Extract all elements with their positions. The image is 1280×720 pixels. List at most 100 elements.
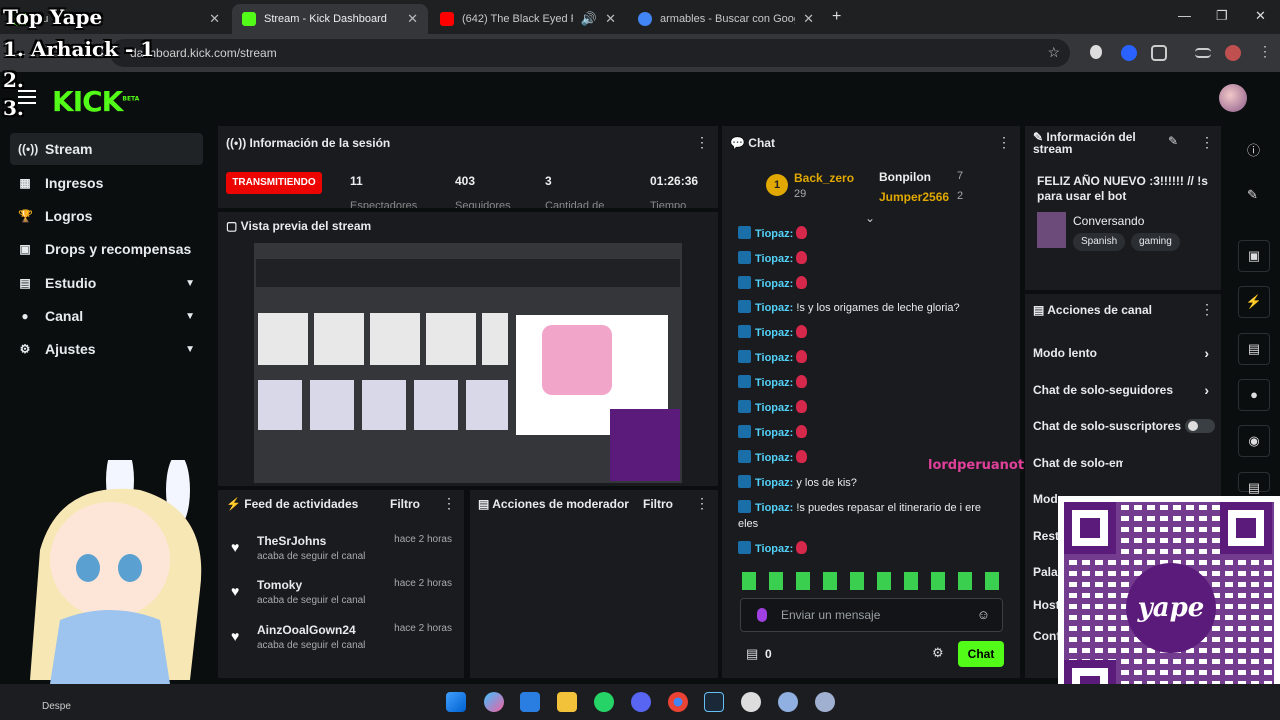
more-options-icon[interactable]: ⋮ [695,495,709,512]
chat-username[interactable]: Tiopaz: [755,402,793,414]
feed-filter-button[interactable]: Filtro [390,497,420,511]
steam-icon[interactable] [704,692,724,712]
tag-spanish[interactable]: Spanish [1073,233,1126,251]
treasure-icon[interactable]: ▤ [746,646,758,662]
mode-row[interactable]: Modo [1033,492,1061,506]
chat-username[interactable]: Tiopaz: [755,452,793,464]
chat-username[interactable]: Tiopaz: [755,327,793,339]
chat-username[interactable]: Tiopaz: [755,427,793,439]
more-options-icon[interactable]: ⋮ [695,134,709,151]
browser-tab-3[interactable]: (642) The Black Eyed Peas - 🔊 ✕ [430,4,626,34]
speaker-icon[interactable]: 🔊 [581,11,597,27]
browser-tab-4[interactable]: armables - Buscar con Google ✕ [628,4,824,34]
chat-input[interactable]: Enviar un mensaje ☺ [740,598,1003,632]
chat-settings-icon[interactable]: ⚙ [932,645,944,661]
restrictions-row[interactable]: Restr [1033,529,1059,543]
subs-only-toggle[interactable] [1185,419,1215,433]
profile-icon[interactable] [1225,45,1241,61]
capture-icon[interactable]: ▣ [1238,240,1270,272]
close-tab-icon[interactable]: ✕ [407,11,418,27]
close-window-icon[interactable]: ✕ [1255,8,1266,24]
info-icon[interactable]: ⓘ [1247,140,1260,159]
sidebar-item-ajustes[interactable]: ⚙ Ajustes ▼ [10,333,203,365]
media-icon[interactable] [1195,48,1211,58]
chat-username[interactable]: Tiopaz: [755,377,793,389]
expand-icon[interactable]: ⌄ [865,211,875,225]
chat-username[interactable]: Tiopaz: [755,302,793,314]
kick-logo[interactable]: KICKBETA [52,85,139,118]
sidebar-item-stream[interactable]: ((•)) Stream [10,133,203,165]
notes-icon[interactable]: ▤ [1238,333,1270,365]
emotes-only-row[interactable]: Chat de solo-emotes [1033,456,1123,470]
avatar[interactable] [1219,84,1247,112]
lightning-icon: ⚡ [226,497,245,511]
emoji-icon[interactable]: ☺ [977,607,990,622]
mod-filter-button[interactable]: Filtro [643,497,673,511]
more-options-icon[interactable]: ⋮ [442,495,456,512]
chat-placeholder: Enviar un mensaje [781,608,881,622]
microphone-icon[interactable] [757,608,767,622]
more-options-icon[interactable]: ⋮ [1200,301,1214,318]
chat-username[interactable]: Tiopaz: [755,502,793,514]
extension-icon[interactable] [1090,45,1102,59]
category-thumbnail[interactable] [1037,212,1066,248]
category-name[interactable]: Conversando [1073,214,1144,228]
stream-preview-video[interactable] [254,243,682,483]
more-options-icon[interactable]: ⋮ [1200,134,1214,151]
discord-icon[interactable] [631,692,651,712]
sidebar-item-ingresos[interactable]: ▦ Ingresos [10,167,203,199]
tag-gaming[interactable]: gaming [1131,233,1180,251]
chevron-right-icon: › [1204,346,1209,360]
host-row[interactable]: Host [1033,598,1059,612]
chat-username[interactable]: Tiopaz: [755,253,793,265]
edit-icon[interactable]: ✎ [1168,134,1178,148]
chrome-icon[interactable] [668,692,688,712]
puzzle-icon[interactable] [1151,45,1167,61]
bookmark-star-icon[interactable]: ☆ [1047,44,1060,61]
chat-username[interactable]: Tiopaz: [755,543,793,555]
close-tab-icon[interactable]: ✕ [803,11,814,27]
followers-only-row[interactable]: Chat de solo-seguidores › [1033,383,1215,397]
top-user-name[interactable]: Back_zero [794,171,854,185]
new-tab-button[interactable]: + [832,8,841,26]
sidebar-item-estudio[interactable]: ▤ Estudio ▼ [10,267,203,299]
zoom-extension-icon[interactable] [1121,45,1137,61]
send-chat-button[interactable]: Chat [958,641,1004,667]
store-icon[interactable] [520,692,540,712]
config-row[interactable]: Conf [1033,629,1059,643]
whatsapp-icon[interactable] [594,692,614,712]
chat-username[interactable]: Tiopaz: [755,477,793,489]
slow-mode-row[interactable]: Modo lento › [1033,346,1215,360]
pen-icon[interactable]: ✎ [1247,187,1258,203]
copilot-icon[interactable] [484,692,504,712]
app-icon[interactable] [778,692,798,712]
app-icon[interactable] [815,692,835,712]
browser-menu-icon[interactable]: ⋮ [1258,43,1272,60]
broadcast-icon[interactable]: ◉ [1238,425,1270,457]
sidebar-item-drops[interactable]: ▣ Drops y recompensas [10,233,203,265]
close-tab-icon[interactable]: ✕ [605,11,616,27]
feed-title: ⚡ Feed de actividades [226,497,359,511]
follower-name: TheSrJohns [257,534,327,548]
sidebar-item-canal[interactable]: ● Canal ▼ [10,300,203,332]
words-row[interactable]: Palab [1033,565,1059,579]
chat-username[interactable]: Tiopaz: [755,278,793,290]
leader-user-name[interactable]: Jumper2566 [879,190,949,204]
close-tab-icon[interactable]: ✕ [209,11,220,27]
obs-icon[interactable] [741,692,761,712]
maximize-icon[interactable]: ❐ [1216,8,1228,24]
chat-username[interactable]: Tiopaz: [755,228,793,240]
emote-bar[interactable] [742,572,1002,590]
bolt-icon[interactable]: ⚡ [1238,286,1270,318]
url-input[interactable]: dashboard.kick.com/stream ☆ [110,39,1070,67]
more-options-icon[interactable]: ⋮ [997,134,1011,151]
leader-user-name[interactable]: Bonpilon [879,170,931,184]
folder-icon[interactable] [557,692,577,712]
panel-icon[interactable]: ▤ [1238,472,1270,495]
chat-bubble-icon[interactable]: ● [1238,379,1270,411]
browser-tab-2[interactable]: Stream - Kick Dashboard ✕ [232,4,428,34]
minimize-icon[interactable]: — [1178,8,1191,23]
sidebar-item-logros[interactable]: 🏆 Logros [10,200,203,232]
chat-username[interactable]: Tiopaz: [755,352,793,364]
windows-start-icon[interactable] [446,692,466,712]
